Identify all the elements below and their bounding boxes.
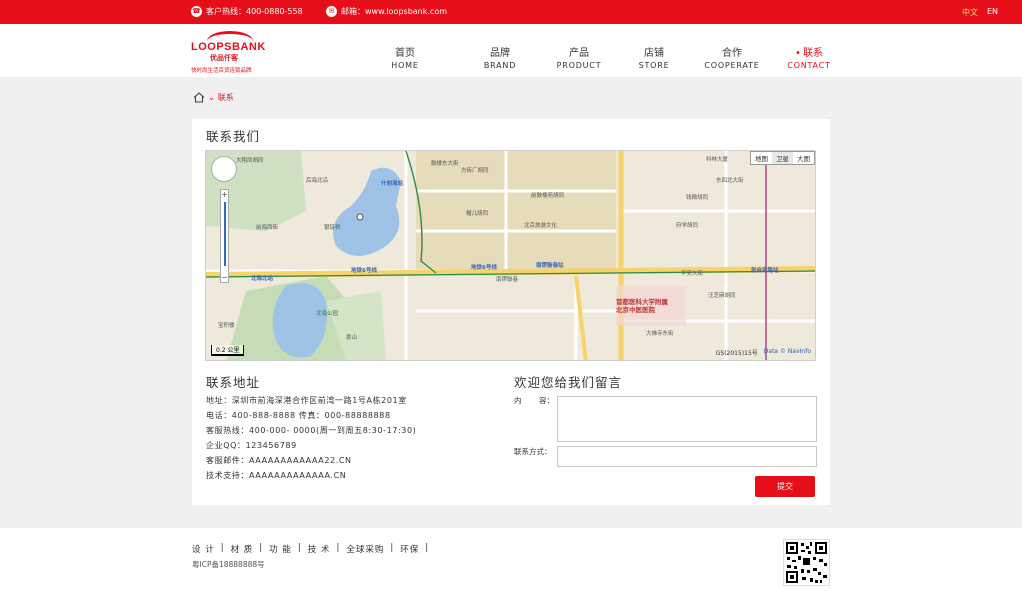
map-label: 帽儿胡同 xyxy=(466,211,489,217)
message-title: 欢迎您给我们留言 xyxy=(514,375,623,390)
chevron-down-icon: ⌄ xyxy=(208,93,215,102)
footer-link-procurement[interactable]: 全球采购 xyxy=(346,543,384,555)
footer-link-function[interactable]: 功 能 xyxy=(269,543,292,555)
map-pan-control[interactable] xyxy=(211,156,237,182)
service-email-line: 客服邮件：AAAAAAAAAAAA22.CN xyxy=(206,456,352,465)
footer-links: 设 计 | 材 质 | 功 能 | 技 术 | 全球采购 | 环保 | xyxy=(192,543,430,555)
contact-method-label: 联系方式： xyxy=(514,447,552,456)
service-hotline-line: 客服热线：400-000- 0000(周一到周五8:30-17:30) xyxy=(206,426,417,435)
map-label: 北海公园 xyxy=(316,311,339,317)
contact-details: 地址：深圳市前海深港合作区前湾一路1号A栋201室 电话：400-888-888… xyxy=(206,393,416,483)
map-type-switch: 地图 卫星 大图 xyxy=(750,151,815,165)
map-label: 前海西街 xyxy=(256,225,279,231)
map-label: 大翔凤胡同 xyxy=(236,158,264,164)
nav-contact[interactable]: 联系 CONTACT xyxy=(774,44,844,70)
email-text: 邮箱：www.loopsbank.com xyxy=(341,7,448,16)
map-label: 北京旅游文化 xyxy=(524,223,558,229)
content-label: 内 容： xyxy=(514,396,554,405)
submit-button[interactable]: 提交 xyxy=(755,476,815,497)
zoom-track xyxy=(224,202,226,266)
map-copyright: GS(2015)15号 Data © NavInfo xyxy=(716,348,811,357)
address-line: 地址：深圳市前海深港合作区前湾一路1号A栋201室 xyxy=(206,396,407,405)
map-label: 科林大厦 xyxy=(706,157,729,163)
contact-method-input[interactable] xyxy=(557,446,817,467)
map-label: 前鼓楼苑胡同 xyxy=(531,193,565,199)
lang-en-link[interactable]: EN xyxy=(987,7,998,18)
qr-code-icon xyxy=(784,540,829,585)
qq-line: 企业QQ：123456789 xyxy=(206,441,297,450)
page-title: 联系我们 xyxy=(206,129,261,144)
hotline-text: 客户热线：400-0880-558 xyxy=(206,7,303,16)
logo-slogan: 快时尚生活百货连锁品牌 xyxy=(191,68,252,74)
home-icon[interactable] xyxy=(193,92,205,103)
mail-icon: ✉ xyxy=(326,6,337,17)
phone-fax-line: 电话：400-888-8888 传真：000-88888888 xyxy=(206,411,391,420)
map-label: 南锣鼓巷站 xyxy=(536,263,564,269)
map-zoom-slider[interactable]: + − xyxy=(220,189,229,283)
breadcrumb-current: 联系 xyxy=(217,93,234,102)
email-info: ✉ 邮箱：www.loopsbank.com xyxy=(326,6,447,17)
map[interactable]: 大翔凤胡同 什刹海站 后海北沿 鼓楼东大街 方砖厂胡同 帽儿胡同 前海西街 北京… xyxy=(205,150,816,361)
map-label: 宝积楼 xyxy=(218,323,235,329)
map-label: 汪芝麻胡同 xyxy=(708,293,736,299)
top-bar: ☎ 客户热线：400-0880-558 ✉ 邮箱：www.loopsbank.c… xyxy=(0,0,1022,24)
map-label: 钱粮胡同 xyxy=(686,195,709,201)
map-label: 鼓楼东大街 xyxy=(431,161,459,167)
tech-support-line: 技术支持：AAAAAAAAAAAAA.CN xyxy=(206,471,347,480)
footer-link-material[interactable]: 材 质 xyxy=(231,543,254,555)
map-label: 银锭桥 xyxy=(324,225,341,231)
qr-code xyxy=(783,539,830,586)
hotline: ☎ 客户热线：400-0880-558 xyxy=(191,6,303,17)
header: LOOPSBANK 优品仟客 快时尚生活百货连锁品牌 首页 HOME 品牌 BR… xyxy=(0,24,1022,77)
map-label: 府学胡同 xyxy=(676,223,699,229)
phone-icon: ☎ xyxy=(191,6,202,17)
zoom-out-icon[interactable]: − xyxy=(221,273,228,282)
lang-zh-link[interactable]: 中文 xyxy=(962,7,978,18)
logo-cn: 优品仟客 xyxy=(210,54,238,62)
map-label: 南锣鼓巷 xyxy=(496,277,519,283)
map-label: 什刹海站 xyxy=(381,181,404,187)
map-label: 东四北大街 xyxy=(716,178,744,184)
language-switch: 中文 EN xyxy=(962,7,1022,18)
map-label: 张自忠路站 xyxy=(751,268,779,274)
map-type-map[interactable]: 地图 xyxy=(751,152,772,164)
contact-address-title: 联系地址 xyxy=(206,375,261,390)
zoom-in-icon[interactable]: + xyxy=(221,190,228,199)
map-label: 地铁6号线 xyxy=(351,268,377,274)
nav-home[interactable]: 首页 HOME xyxy=(370,44,440,70)
footer-link-tech[interactable]: 技 术 xyxy=(308,543,331,555)
nav-store[interactable]: 店铺 STORE xyxy=(619,44,689,70)
map-scale: 0.2 公里 xyxy=(211,345,245,356)
icp-record: 粤ICP备18888888号 xyxy=(192,560,265,569)
nav-brand[interactable]: 品牌 BRAND xyxy=(465,44,535,70)
map-label: 方砖厂胡同 xyxy=(461,168,489,174)
map-label: 地铁6号线 xyxy=(471,265,497,271)
map-type-big[interactable]: 大图 xyxy=(793,152,814,164)
nav-cooperate[interactable]: 合作 COOPERATE xyxy=(697,44,767,70)
map-gs: GS(2015)15号 xyxy=(715,350,758,357)
footer-link-design[interactable]: 设 计 xyxy=(192,543,215,555)
map-data-link[interactable]: Data © NavInfo xyxy=(764,348,811,357)
map-label: 北海北站 xyxy=(251,276,274,282)
contact-card: 联系我们 大翔凤胡同 什刹海站 后海北沿 鼓楼东大街 方砖厂胡同 帽儿胡同 前海… xyxy=(192,119,830,505)
footer: 设 计 | 材 质 | 功 能 | 技 术 | 全球采购 | 环保 | 粤ICP备18888… xyxy=(0,528,1022,600)
map-label: 后海北沿 xyxy=(306,178,329,184)
map-label: 大佛寺东街 xyxy=(646,331,674,337)
logo-brand: LOOPSBANK xyxy=(191,41,266,53)
map-label: 平安大街 xyxy=(681,271,704,277)
message-content-textarea[interactable] xyxy=(557,396,817,442)
map-label: 景山 xyxy=(346,335,358,341)
map-type-satellite[interactable]: 卫星 xyxy=(772,152,793,164)
logo[interactable]: LOOPSBANK 优品仟客 快时尚生活百货连锁品牌 xyxy=(191,31,271,77)
breadcrumb: ⌄ 联系 xyxy=(193,92,234,103)
footer-link-eco[interactable]: 环保 xyxy=(400,543,419,555)
map-label: 北京中医医院 xyxy=(616,306,655,314)
nav-product[interactable]: 产品 PRODUCT xyxy=(544,44,614,70)
